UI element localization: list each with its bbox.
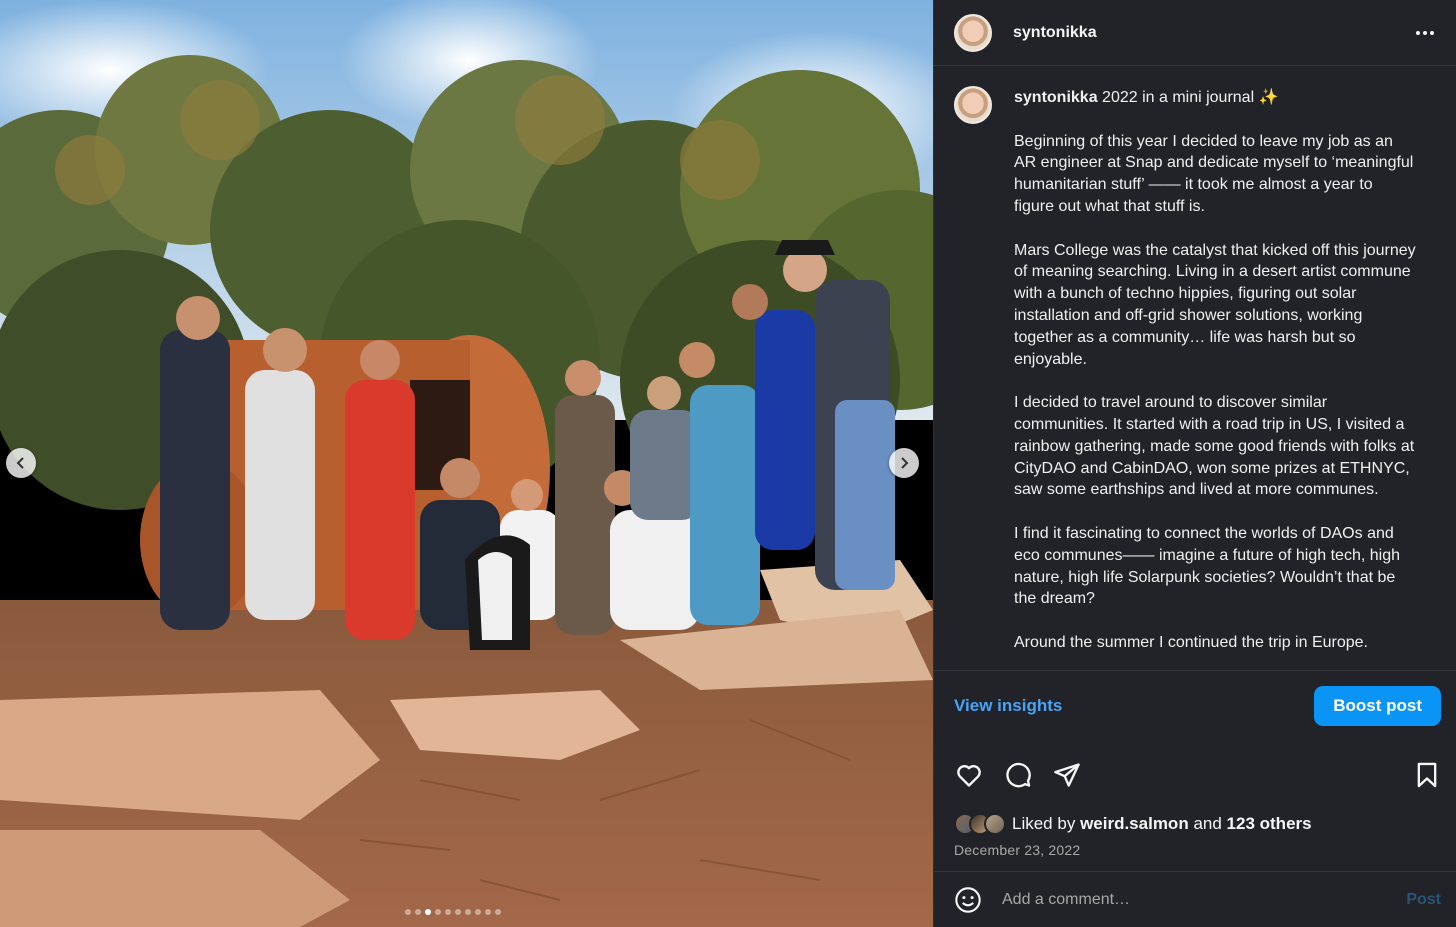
promo-actions: View insights Boost post [934,670,1456,740]
share-button[interactable] [1052,760,1082,790]
group-photo [0,0,933,927]
carousel-dot [465,909,471,915]
caption-paragraph: Mars College was the catalyst that kicke… [1014,241,1416,368]
more-dot [1423,30,1427,35]
instagram-post: syntonikka syntonikka 2022 in a mini jou… [0,0,1456,927]
carousel-dot [455,909,461,915]
caption: syntonikka 2022 in a mini journal ✨ Begi… [1014,86,1416,670]
carousel-dot [425,909,431,915]
carousel-dot [475,909,481,915]
post-header: syntonikka [934,0,1456,66]
caption-avatar[interactable] [954,86,992,124]
post-comment-button[interactable]: Post [1406,891,1441,909]
carousel-prev-button[interactable] [6,448,36,478]
comment-button[interactable] [1003,760,1033,790]
comment-input[interactable] [1002,890,1407,909]
chevron-left-icon [16,457,24,469]
caption-paragraph: I decided to travel around to discover s… [1014,394,1415,499]
comment-icon [1006,762,1031,788]
carousel-dot [435,909,441,915]
more-dot [1430,30,1434,35]
emoji-icon[interactable] [954,886,982,914]
carousel-dot [495,909,501,915]
caption-first-line: syntonikka 2022 in a mini journal ✨ [1014,87,1416,109]
more-options-button[interactable] [1416,30,1434,35]
action-bar [934,740,1456,810]
liker-avatars[interactable] [954,813,1006,835]
likes-others-link[interactable]: 123 others [1227,814,1312,834]
carousel-dot [405,909,411,915]
save-button[interactable] [1412,760,1442,790]
carousel-dot [415,909,421,915]
post-media [0,0,933,927]
boost-post-button[interactable]: Boost post [1314,685,1441,726]
chevron-right-icon [901,457,909,469]
view-insights-link[interactable]: View insights [954,696,1062,716]
carousel-dots [405,909,501,915]
heart-icon [957,765,981,787]
post-sidebar: syntonikka syntonikka 2022 in a mini jou… [933,0,1456,927]
post-date[interactable]: December 23, 2022 [934,838,1456,858]
caption-paragraph: Around the summer I continued the trip i… [1014,633,1368,651]
caption-section: syntonikka 2022 in a mini journal ✨ Begi… [934,66,1456,670]
caption-username[interactable]: syntonikka [1014,89,1098,106]
caption-title: 2022 in a mini journal ✨ [1097,89,1279,106]
likes-prefix: Liked by [1012,814,1076,833]
share-icon [1054,763,1080,787]
header-username[interactable]: syntonikka [1013,24,1097,42]
caption-paragraph: I find it fascinating to connect the wor… [1014,524,1400,608]
likes-middle: and [1193,814,1222,833]
carousel-dot [485,909,491,915]
avatar [984,813,1006,835]
liker-username[interactable]: weird.salmon [1080,814,1189,834]
caption-paragraph: Beginning of this year I decided to leav… [1014,132,1414,215]
bookmark-icon [1417,762,1437,788]
likes-summary: Liked by weird.salmon and 123 others [934,810,1456,838]
like-button[interactable] [954,760,984,790]
carousel-next-button[interactable] [889,448,919,478]
more-options-icon [1416,30,1420,35]
comment-bar: Post [934,871,1456,927]
avatar[interactable] [954,13,992,52]
carousel-dot [445,909,451,915]
